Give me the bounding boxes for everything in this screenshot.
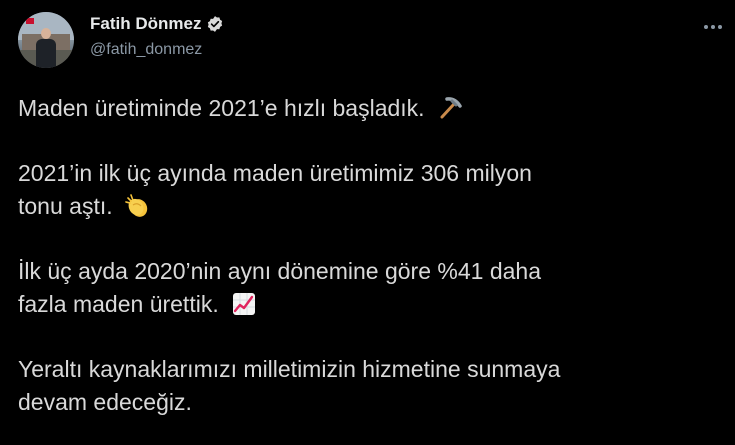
avatar-person-body (36, 39, 56, 68)
avatar[interactable] (18, 12, 74, 68)
tweet-paragraph: 2021’in ilk üç ayında maden üretimimiz 3… (18, 157, 718, 223)
avatar-person-head (41, 28, 51, 39)
tweet-line: Maden üretiminde 2021’e hızlı başladık. (18, 95, 425, 121)
verified-badge-icon (206, 15, 224, 33)
tweet-line: Yeraltı kaynaklarımızı milletimizin hizm… (18, 356, 561, 382)
pick-icon (437, 95, 463, 121)
tweet-line: İlk üç ayda 2020’nin aynı dönemine göre … (18, 258, 541, 284)
more-dot-icon (711, 25, 715, 29)
avatar-flag (26, 18, 34, 24)
author-handle[interactable]: @fatih_donmez (90, 40, 202, 60)
tweet-card: Fatih Dönmez @fatih_donmez Maden üretimi… (0, 0, 735, 445)
chart-increasing-icon (231, 291, 257, 317)
tweet-text: Maden üretiminde 2021’e hızlı başladık. … (18, 92, 718, 419)
more-dot-icon (704, 25, 708, 29)
tweet-line: 2021’in ilk üç ayında maden üretimimiz 3… (18, 160, 532, 186)
tweet-line: tonu aştı. (18, 193, 113, 219)
tweet-paragraph: Yeraltı kaynaklarımızı milletimizin hizm… (18, 353, 718, 419)
tweet-line: devam edeceğiz. (18, 389, 192, 415)
more-options-button[interactable] (696, 14, 730, 40)
clapping-hands-icon (125, 193, 151, 219)
tweet-paragraph: Maden üretiminde 2021’e hızlı başladık. (18, 92, 718, 125)
more-dot-icon (718, 25, 722, 29)
author-name-row: Fatih Dönmez (90, 14, 224, 34)
author-display-name[interactable]: Fatih Dönmez (90, 14, 201, 34)
tweet-line: fazla maden ürettik. (18, 291, 219, 317)
tweet-paragraph: İlk üç ayda 2020’nin aynı dönemine göre … (18, 255, 718, 321)
